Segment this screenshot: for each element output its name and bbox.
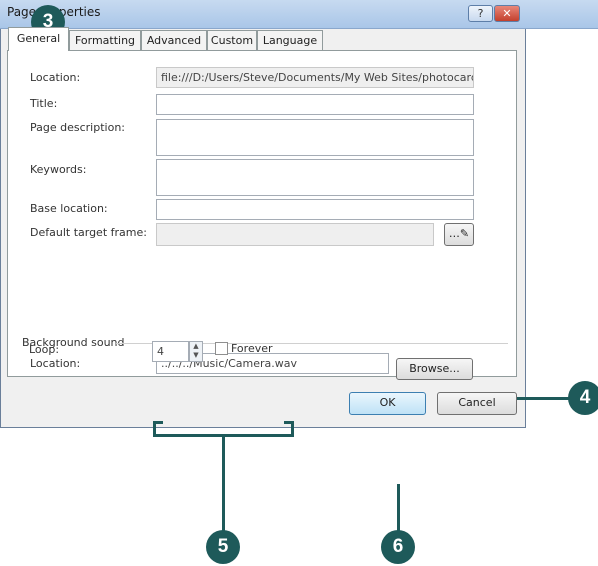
pencil-icon: …✎ xyxy=(448,227,470,240)
description-field[interactable] xyxy=(156,119,474,156)
page-properties-dialog: Page Properties ? ✕ General Formatting A… xyxy=(0,0,598,428)
callout-5-bracket-top-right xyxy=(284,421,294,424)
location-label: Location: xyxy=(30,71,81,84)
base-location-label: Base location: xyxy=(30,202,108,215)
forever-checkbox[interactable] xyxy=(215,342,228,355)
browse-button[interactable]: Browse... xyxy=(396,358,473,380)
loop-label: Loop: xyxy=(29,343,60,356)
spin-up-icon[interactable]: ▲ xyxy=(190,342,202,351)
title-label: Title: xyxy=(30,97,58,110)
callout-5-line xyxy=(222,434,225,536)
callout-5-bracket-top-left xyxy=(153,421,163,424)
tab-language[interactable]: Language xyxy=(257,30,323,50)
callout-6-line xyxy=(397,484,400,536)
ok-button[interactable]: OK xyxy=(349,392,426,415)
description-label: Page description: xyxy=(30,121,125,134)
tab-formatting[interactable]: Formatting xyxy=(69,30,141,50)
callout-5: 5 xyxy=(206,530,240,564)
title-bar[interactable]: Page Properties ? ✕ xyxy=(0,0,598,29)
spin-down-icon[interactable]: ▼ xyxy=(190,351,202,360)
default-target-frame-field xyxy=(156,223,434,246)
forever-label[interactable]: Forever xyxy=(231,342,273,355)
tab-custom[interactable]: Custom xyxy=(207,30,257,50)
general-tab-panel: Location: file:///D:/Users/Steve/Documen… xyxy=(7,50,517,380)
keywords-field[interactable] xyxy=(156,159,474,196)
loop-spinner[interactable]: ▲ ▼ xyxy=(189,341,203,362)
location-field: file:///D:/Users/Steve/Documents/My Web … xyxy=(156,67,474,88)
title-field[interactable] xyxy=(156,94,474,115)
tab-advanced[interactable]: Advanced xyxy=(141,30,207,50)
tab-general[interactable]: General xyxy=(8,27,69,51)
sound-location-label: Location: xyxy=(30,357,81,370)
cancel-button[interactable]: Cancel xyxy=(437,392,517,415)
base-location-field[interactable] xyxy=(156,199,474,220)
callout-4: 4 xyxy=(568,381,598,415)
close-button[interactable]: ✕ xyxy=(494,5,520,22)
callout-6: 6 xyxy=(381,530,415,564)
edit-target-frame-button[interactable]: …✎ xyxy=(444,223,474,246)
default-target-frame-label: Default target frame: xyxy=(30,226,147,239)
keywords-label: Keywords: xyxy=(30,163,87,176)
loop-count-field[interactable]: 4 xyxy=(152,341,189,362)
help-button[interactable]: ? xyxy=(468,5,493,22)
